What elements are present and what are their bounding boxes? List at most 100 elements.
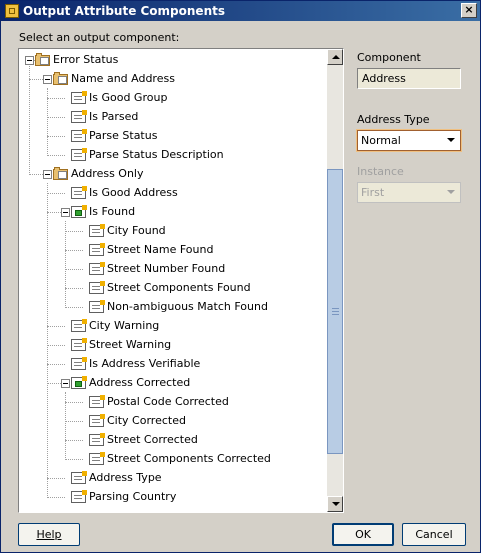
folder-tab [54, 72, 60, 75]
component-tree[interactable]: Error Status Name and Address Is Good Grou… [18, 48, 344, 513]
tree-node[interactable]: Is Good Address [19, 184, 319, 202]
icon-line [92, 232, 100, 233]
address-type-select[interactable]: Normal [357, 130, 461, 151]
collapse-icon[interactable] [43, 170, 52, 179]
tree-node[interactable]: Address Type [19, 469, 319, 487]
tree-node-label: Street Components Found [107, 281, 251, 294]
icon-line [92, 460, 100, 461]
tree-node[interactable]: Non-ambiguous Match Found [19, 298, 319, 316]
arrow-down-icon [332, 502, 340, 506]
tree-node[interactable]: Parse Status Description [19, 146, 319, 164]
tree-node[interactable]: Street Components Found [19, 279, 319, 297]
tree-node[interactable]: Address Corrected [19, 374, 319, 392]
tree-node[interactable]: Is Found [19, 203, 319, 221]
title-bar[interactable]: Output Attribute Components × [1, 1, 480, 21]
tree-node[interactable]: City Corrected [19, 412, 319, 430]
icon-star [100, 262, 105, 267]
tree-node[interactable]: Street Corrected [19, 431, 319, 449]
tree-node-label: Address Corrected [89, 376, 191, 389]
icon-star [100, 452, 105, 457]
icon-line [92, 270, 100, 271]
icon-line [92, 251, 100, 252]
tree-node[interactable]: City Found [19, 222, 319, 240]
tree-node[interactable]: City Warning [19, 317, 319, 335]
icon-star [100, 414, 105, 419]
tree-node[interactable]: Name and Address [19, 70, 319, 88]
icon-line [74, 495, 82, 496]
help-button[interactable]: Help [18, 523, 80, 546]
icon-line [74, 137, 82, 138]
attribute-icon [89, 281, 105, 295]
arrow-up-icon [332, 55, 340, 59]
icon-line [74, 327, 82, 328]
tree-node[interactable]: Postal Code Corrected [19, 393, 319, 411]
tree-connector [47, 117, 65, 118]
tree-node-label: Parse Status [89, 129, 158, 142]
icon-line [74, 476, 82, 477]
tree-node-label: Is Address Verifiable [89, 357, 201, 370]
tree-node[interactable]: Is Address Verifiable [19, 355, 319, 373]
tree-node[interactable]: Parse Status [19, 127, 319, 145]
tree-node-label: Name and Address [71, 72, 175, 85]
tree-node[interactable]: Street Components Corrected [19, 450, 319, 468]
close-button[interactable]: × [461, 3, 477, 18]
tree-node-label: Is Good Group [89, 91, 168, 104]
icon-line [74, 194, 82, 195]
icon-line [92, 248, 100, 249]
scroll-up-button[interactable] [327, 49, 343, 65]
attribute-icon [71, 186, 87, 200]
tree-node-label: Non-ambiguous Match Found [107, 300, 268, 313]
icon-star [100, 243, 105, 248]
tree-node[interactable]: Address Only [19, 165, 319, 183]
attribute-icon [89, 452, 105, 466]
tree-node-label: City Corrected [107, 414, 186, 427]
tree-node[interactable]: Street Name Found [19, 241, 319, 259]
tree-connector [65, 421, 83, 422]
tree-node-label: Postal Code Corrected [107, 395, 229, 408]
attribute-icon [89, 433, 105, 447]
icon-star [82, 186, 87, 191]
tree-node[interactable]: Parsing Country [19, 488, 319, 506]
tree-node-label: Is Parsed [89, 110, 139, 123]
tree-connector [47, 478, 65, 479]
collapse-icon[interactable] [25, 56, 34, 65]
attribute-icon [89, 224, 105, 238]
attribute-icon [71, 357, 87, 371]
attribute-icon [71, 471, 87, 485]
icon-star [82, 376, 87, 381]
icon-green-box [75, 381, 82, 387]
tree-connector [65, 231, 83, 232]
icon-star [100, 433, 105, 438]
tree-connector [47, 193, 65, 194]
component-label: Component [357, 51, 421, 64]
instance-value: First [361, 186, 385, 199]
icon-star [100, 300, 105, 305]
tree-connector [47, 136, 65, 137]
tree-node-label: City Found [107, 224, 166, 237]
grip-line [332, 311, 339, 312]
tree-node-label: Street Components Corrected [107, 452, 271, 465]
ok-button[interactable]: OK [332, 523, 394, 546]
tree-node[interactable]: Is Good Group [19, 89, 319, 107]
tree-scrollbar[interactable] [327, 49, 343, 512]
tree-node-label: Street Warning [89, 338, 172, 351]
attribute-icon [89, 262, 105, 276]
select-component-prompt: Select an output component: [19, 31, 180, 44]
icon-line [74, 479, 82, 480]
chevron-down-icon[interactable] [444, 132, 459, 149]
collapse-icon[interactable] [61, 208, 70, 217]
tree-node[interactable]: Street Number Found [19, 260, 319, 278]
scroll-down-button[interactable] [327, 496, 343, 512]
tree-node[interactable]: Is Parsed [19, 108, 319, 126]
tree-node[interactable]: Error Status [19, 51, 319, 69]
icon-line [92, 286, 100, 287]
scroll-thumb[interactable] [327, 169, 343, 454]
cancel-button[interactable]: Cancel [402, 523, 466, 546]
collapse-icon[interactable] [61, 379, 70, 388]
tree-connector [65, 459, 83, 460]
icon-star [82, 148, 87, 153]
tree-node-label: Is Good Address [89, 186, 178, 199]
attribute-icon [71, 110, 87, 124]
collapse-icon[interactable] [43, 75, 52, 84]
tree-node[interactable]: Street Warning [19, 336, 319, 354]
